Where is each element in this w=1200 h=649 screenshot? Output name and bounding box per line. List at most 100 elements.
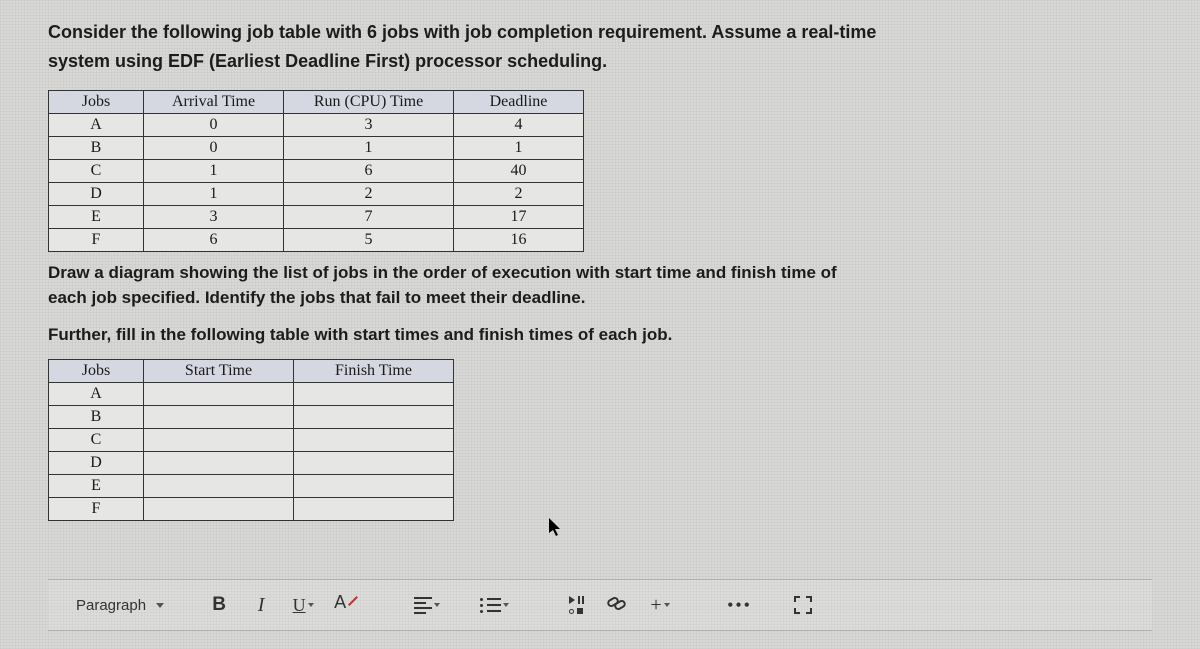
- chevron-down-icon: [434, 603, 440, 607]
- table-row: E 3 7 17: [49, 205, 584, 228]
- table-row: F: [49, 497, 454, 520]
- result-header-finish: Finish Time: [294, 359, 454, 382]
- instruction-line-1: Draw a diagram showing the list of jobs …: [48, 263, 837, 282]
- more-button[interactable]: •••: [721, 590, 758, 620]
- cell-arrival: 3: [144, 205, 284, 228]
- job-table-header-jobs: Jobs: [49, 90, 144, 113]
- bold-button[interactable]: B: [202, 590, 236, 620]
- cell-arrival: 1: [144, 182, 284, 205]
- expand-icon: [794, 596, 812, 614]
- table-row: C 1 6 40: [49, 159, 584, 182]
- cell-arrival: 1: [144, 159, 284, 182]
- cell-finish: [294, 405, 454, 428]
- cell-deadline: 1: [454, 136, 584, 159]
- underline-label: U: [293, 595, 306, 616]
- cell-job: E: [49, 474, 144, 497]
- cell-arrival: 6: [144, 228, 284, 251]
- result-table-body: A B C D E F: [49, 382, 454, 520]
- format-dropdown[interactable]: Paragraph: [62, 593, 174, 618]
- cell-job: C: [49, 428, 144, 451]
- job-table-header-arrival: Arrival Time: [144, 90, 284, 113]
- chevron-down-icon: [503, 603, 509, 607]
- editor-toolbar: Paragraph B I U A: [48, 579, 1152, 631]
- media-icon: [569, 596, 584, 614]
- cell-run: 1: [284, 136, 454, 159]
- chevron-down-icon: [308, 603, 314, 607]
- result-table-head: Jobs Start Time Finish Time: [49, 359, 454, 382]
- cell-arrival: 0: [144, 113, 284, 136]
- insert-button[interactable]: +: [643, 590, 677, 620]
- cell-start: [144, 382, 294, 405]
- clear-format-button[interactable]: A: [328, 590, 364, 620]
- job-table-body: A 0 3 4 B 0 1 1 C 1 6 40 D 1 2 2 E 3 7 1…: [49, 113, 584, 251]
- cell-deadline: 16: [454, 228, 584, 251]
- cell-deadline: 4: [454, 113, 584, 136]
- instruction-line-2: each job specified. Identify the jobs th…: [48, 288, 585, 307]
- result-header-jobs: Jobs: [49, 359, 144, 382]
- cell-finish: [294, 474, 454, 497]
- cell-job: D: [49, 182, 144, 205]
- table-row: C: [49, 428, 454, 451]
- table-row: B: [49, 405, 454, 428]
- cell-job: E: [49, 205, 144, 228]
- cell-finish: [294, 451, 454, 474]
- cell-job: B: [49, 136, 144, 159]
- cell-job: D: [49, 451, 144, 474]
- cell-run: 7: [284, 205, 454, 228]
- table-row: D: [49, 451, 454, 474]
- instruction-draw: Draw a diagram showing the list of jobs …: [48, 260, 1152, 311]
- chevron-down-icon: [156, 603, 164, 608]
- cell-start: [144, 405, 294, 428]
- table-row: D 1 2 2: [49, 182, 584, 205]
- cell-deadline: 17: [454, 205, 584, 228]
- cell-job: A: [49, 382, 144, 405]
- fullscreen-button[interactable]: [786, 590, 820, 620]
- cell-start: [144, 497, 294, 520]
- cell-run: 3: [284, 113, 454, 136]
- clear-format-icon: A: [334, 593, 358, 617]
- job-table: Jobs Arrival Time Run (CPU) Time Deadlin…: [48, 90, 584, 252]
- table-row: A: [49, 382, 454, 405]
- cell-deadline: 40: [454, 159, 584, 182]
- list-button[interactable]: [474, 590, 515, 620]
- table-row: B 0 1 1: [49, 136, 584, 159]
- cell-finish: [294, 428, 454, 451]
- cell-job: F: [49, 228, 144, 251]
- result-table: Jobs Start Time Finish Time A B C D E: [48, 359, 454, 521]
- job-table-head: Jobs Arrival Time Run (CPU) Time Deadlin…: [49, 90, 584, 113]
- cell-finish: [294, 497, 454, 520]
- underline-button[interactable]: U: [286, 590, 320, 620]
- plus-icon: +: [650, 594, 661, 617]
- media-button[interactable]: [559, 590, 593, 620]
- cell-arrival: 0: [144, 136, 284, 159]
- cell-start: [144, 474, 294, 497]
- cell-job: F: [49, 497, 144, 520]
- chevron-down-icon: [664, 603, 670, 607]
- instruction-fill: Further, fill in the following table wit…: [48, 325, 1152, 345]
- cell-start: [144, 428, 294, 451]
- table-row: E: [49, 474, 454, 497]
- intro-line-1: Consider the following job table with 6 …: [48, 22, 876, 42]
- link-icon: [607, 598, 629, 612]
- cell-job: A: [49, 113, 144, 136]
- cell-run: 6: [284, 159, 454, 182]
- table-row: F 6 5 16: [49, 228, 584, 251]
- italic-button[interactable]: I: [244, 590, 278, 620]
- more-icon: •••: [727, 595, 752, 616]
- cell-run: 2: [284, 182, 454, 205]
- job-table-header-deadline: Deadline: [454, 90, 584, 113]
- align-button[interactable]: [408, 590, 446, 620]
- cell-run: 5: [284, 228, 454, 251]
- cell-job: C: [49, 159, 144, 182]
- cell-start: [144, 451, 294, 474]
- result-header-start: Start Time: [144, 359, 294, 382]
- link-button[interactable]: [601, 590, 635, 620]
- cell-deadline: 2: [454, 182, 584, 205]
- align-icon: [414, 597, 432, 614]
- cell-job: B: [49, 405, 144, 428]
- format-dropdown-label: Paragraph: [76, 597, 146, 614]
- job-table-header-run: Run (CPU) Time: [284, 90, 454, 113]
- question-intro: Consider the following job table with 6 …: [48, 18, 1152, 76]
- table-row: A 0 3 4: [49, 113, 584, 136]
- intro-line-2: system using EDF (Earliest Deadline Firs…: [48, 51, 607, 71]
